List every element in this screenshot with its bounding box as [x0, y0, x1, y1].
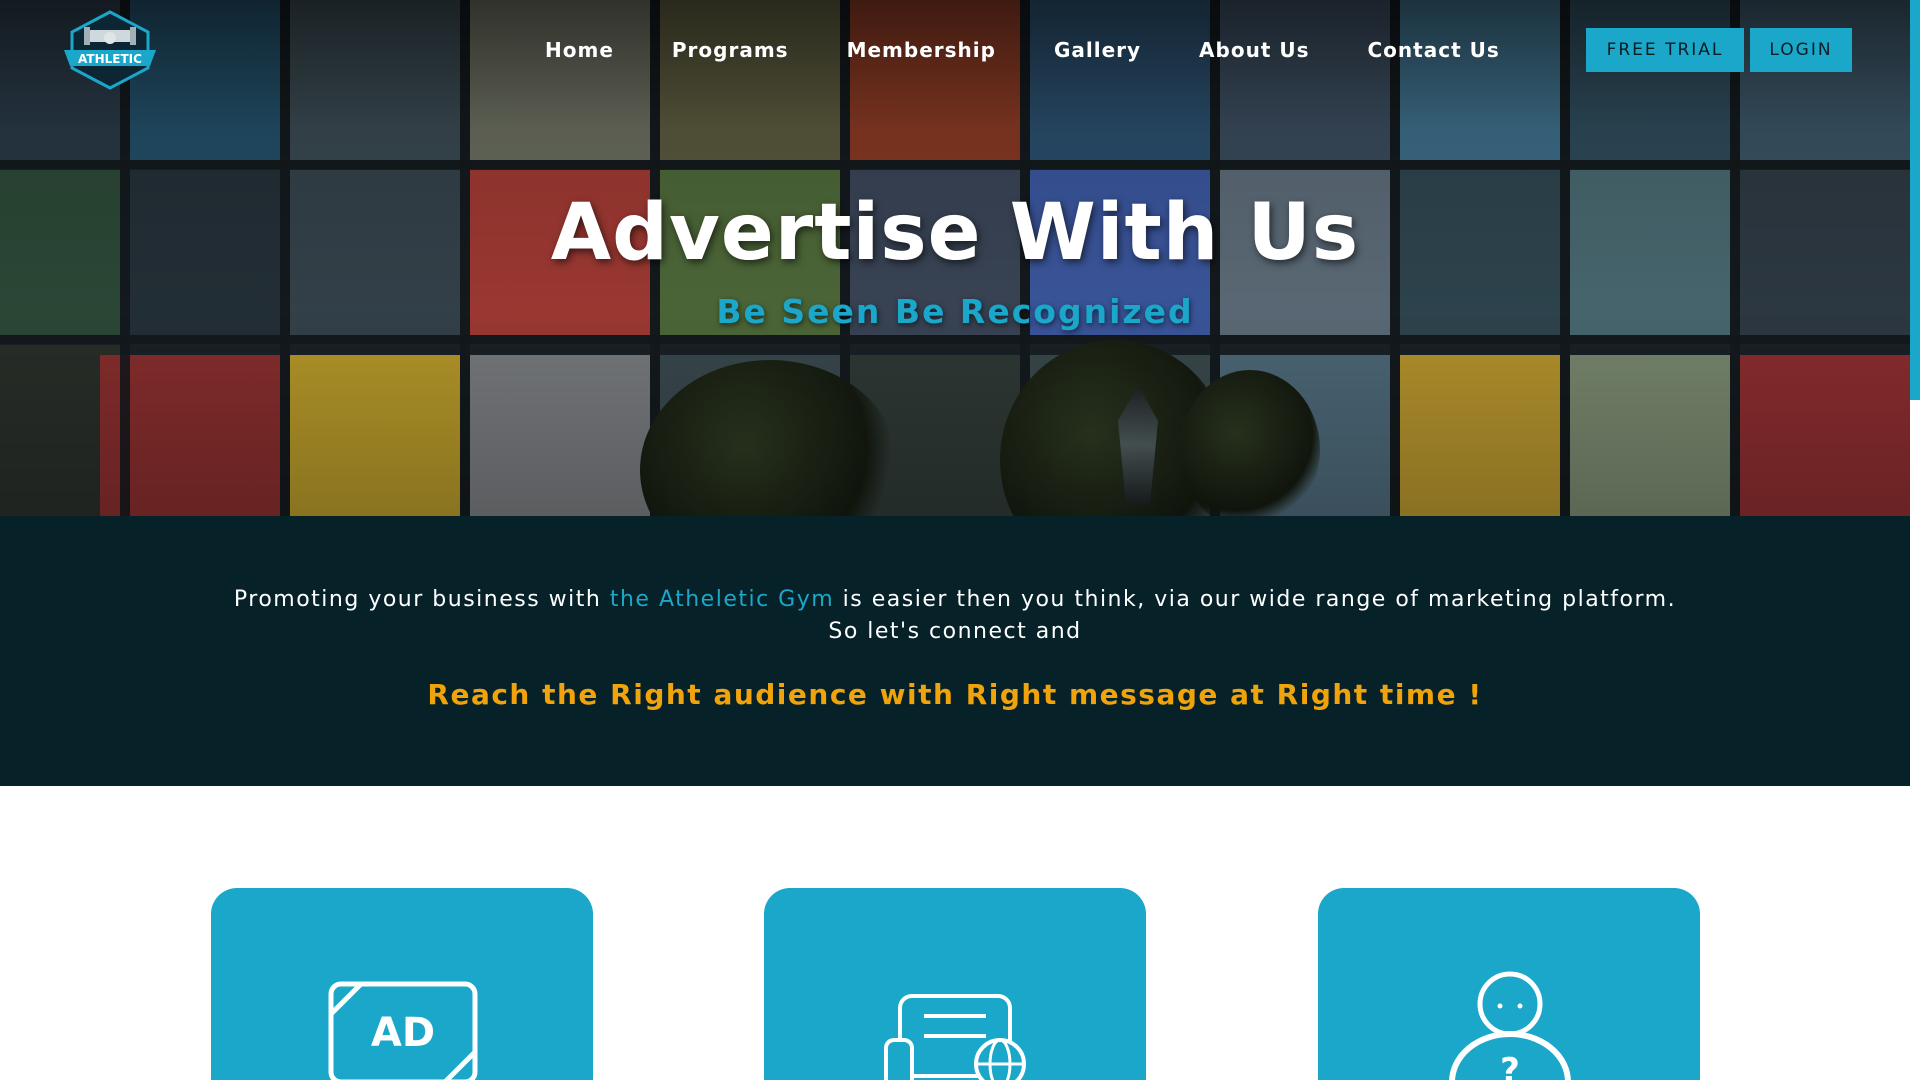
nav-about-us-link[interactable]: About Us	[1199, 38, 1309, 62]
hero-banner: ATHLETIC Home Programs Membership Galler…	[0, 0, 1910, 516]
intro-tagline: Reach the Right audience with Right mess…	[427, 678, 1483, 711]
online-newspaper-icon	[884, 994, 1026, 1080]
athletic-logo-icon[interactable]: ATHLETIC	[58, 10, 162, 90]
nav-programs-link[interactable]: Programs	[672, 38, 789, 62]
advertising-card-ad[interactable]: AD	[211, 888, 593, 1080]
page-scrollbar-thumb[interactable]	[1910, 0, 1920, 400]
nav-gallery-link[interactable]: Gallery	[1054, 38, 1141, 62]
nav-membership-link[interactable]: Membership	[847, 38, 996, 62]
advertising-card-audience[interactable]: ?	[1318, 888, 1700, 1080]
intro-text-after: is easier then you think, via our wide r…	[834, 587, 1677, 612]
login-button[interactable]: LOGIN	[1750, 28, 1852, 72]
intro-text-before: Promoting your business with	[233, 587, 610, 612]
free-trial-button[interactable]: FREE TRIAL	[1586, 28, 1744, 72]
hero-subtitle: Be Seen Be Recognized	[716, 292, 1194, 331]
nav-contact-us-link[interactable]: Contact Us	[1368, 38, 1500, 62]
ad-icon-text: AD	[371, 1010, 435, 1056]
main-nav: Home Programs Membership Gallery About U…	[545, 30, 1558, 70]
audience-question-icon: ?	[1449, 971, 1571, 1080]
intro-text: Promoting your business with the Athelet…	[0, 584, 1910, 648]
intro-text-line2: So let's connect and	[828, 619, 1082, 644]
logo-text: ATHLETIC	[78, 52, 142, 66]
ad-icon: AD	[328, 981, 478, 1080]
question-mark-text: ?	[1500, 1051, 1520, 1080]
nav-home-link[interactable]: Home	[545, 38, 614, 62]
advertising-card-online[interactable]	[764, 888, 1146, 1080]
intro-section: Promoting your business with the Athelet…	[0, 516, 1910, 786]
intro-gym-name: the Atheletic Gym	[609, 587, 835, 612]
hero-title: Advertise With Us	[550, 188, 1360, 278]
